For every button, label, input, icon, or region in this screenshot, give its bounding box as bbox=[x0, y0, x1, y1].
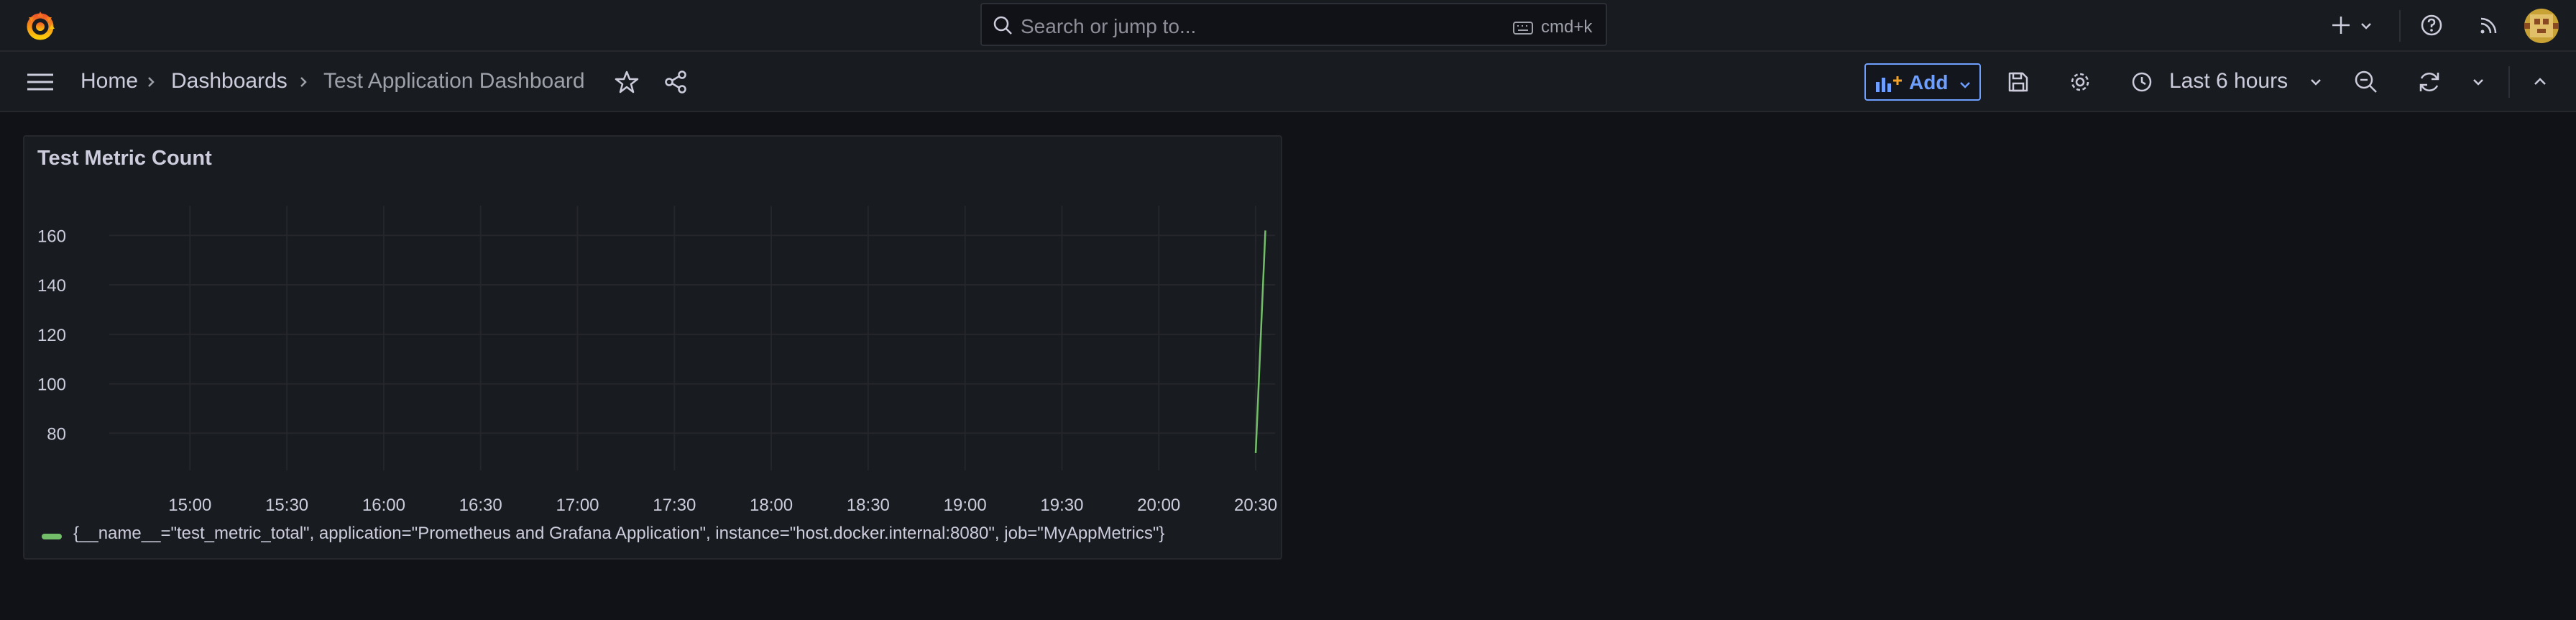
search-shortcut: cmd+k bbox=[1541, 17, 1593, 37]
x-tick-label: 20:30 bbox=[1234, 496, 1277, 515]
add-button-label: Add bbox=[1909, 71, 1949, 94]
panel-title: Test Metric Count bbox=[37, 147, 212, 170]
x-tick-label: 20:00 bbox=[1137, 496, 1180, 515]
search-bar[interactable]: Search or jump to... cmd+k bbox=[980, 3, 1607, 46]
line-chart: 15:00 15:30 16:00 16:30 17:00 17:30 18:00 18:30… bbox=[37, 206, 1277, 515]
x-tick-label: 15:30 bbox=[265, 496, 308, 515]
chevron-down-icon bbox=[1958, 78, 1972, 92]
x-tick-label: 19:30 bbox=[1040, 496, 1083, 515]
y-tick-label: 120 bbox=[37, 326, 66, 345]
chevron-down-icon[interactable] bbox=[2359, 19, 2373, 33]
time-series-panel[interactable]: 15:00 15:30 16:00 16:30 17:00 17:30 18:00 18:30… bbox=[23, 135, 1282, 560]
top-bar: Search or jump to... cmd+k bbox=[0, 0, 2576, 52]
x-tick-label: 17:00 bbox=[556, 496, 599, 515]
x-tick-label: 16:00 bbox=[362, 496, 405, 515]
divider bbox=[2508, 66, 2510, 98]
x-tick-label: 16:30 bbox=[459, 496, 502, 515]
time-range-picker[interactable]: Last 6 hours bbox=[2169, 69, 2288, 94]
chevron-down-icon[interactable] bbox=[2309, 75, 2323, 89]
breadcrumb-chevron-right-icon bbox=[144, 73, 158, 91]
x-tick-label: 15:00 bbox=[168, 496, 211, 515]
search-input[interactable]: Search or jump to... bbox=[1021, 15, 1196, 38]
star-favorite-icon[interactable] bbox=[614, 69, 640, 95]
share-icon[interactable] bbox=[663, 69, 689, 95]
grafana-logo-icon[interactable] bbox=[23, 9, 58, 43]
breadcrumb-dashboards[interactable]: Dashboards bbox=[171, 69, 288, 94]
y-tick-label: 140 bbox=[37, 276, 66, 296]
chevron-up-icon[interactable] bbox=[2531, 73, 2549, 91]
breadcrumb-home[interactable]: Home bbox=[80, 69, 138, 94]
refresh-icon[interactable] bbox=[2416, 69, 2442, 95]
help-icon[interactable] bbox=[2419, 13, 2444, 37]
breadcrumb-current-dashboard: Test Application Dashboard bbox=[323, 69, 585, 93]
y-tick-label: 160 bbox=[37, 227, 66, 246]
rss-news-icon[interactable] bbox=[2477, 13, 2501, 37]
clock-icon[interactable] bbox=[2130, 70, 2153, 94]
dashboard-nav-bar: Home Dashboards Test Application Dashboa… bbox=[0, 52, 2576, 112]
legend-series-label: {__name__="test_metric_total", applicati… bbox=[73, 524, 1165, 543]
search-icon bbox=[992, 14, 1013, 36]
x-tick-label: 17:30 bbox=[653, 496, 696, 515]
legend-series-swatch bbox=[42, 534, 62, 539]
keyboard-icon bbox=[1512, 20, 1534, 36]
x-tick-label: 19:00 bbox=[944, 496, 987, 515]
chevron-down-icon[interactable] bbox=[2471, 75, 2485, 89]
x-tick-label: 18:00 bbox=[750, 496, 793, 515]
new-plus-icon[interactable] bbox=[2329, 13, 2353, 37]
dashboard-settings-gear-icon[interactable] bbox=[2069, 70, 2092, 94]
add-button[interactable]: Add bbox=[1864, 63, 1981, 101]
y-tick-label: 80 bbox=[47, 424, 66, 444]
avatar[interactable] bbox=[2524, 9, 2559, 43]
y-tick-label: 100 bbox=[37, 375, 66, 395]
x-tick-label: 18:30 bbox=[847, 496, 890, 515]
add-panel-icon bbox=[1874, 73, 1903, 94]
breadcrumb-chevron-right-icon bbox=[296, 73, 310, 91]
hamburger-menu-icon[interactable] bbox=[26, 70, 55, 94]
save-dashboard-icon[interactable] bbox=[2007, 70, 2030, 94]
series-line bbox=[1254, 230, 1266, 453]
zoom-out-icon[interactable] bbox=[2353, 69, 2379, 95]
divider bbox=[2399, 10, 2401, 42]
